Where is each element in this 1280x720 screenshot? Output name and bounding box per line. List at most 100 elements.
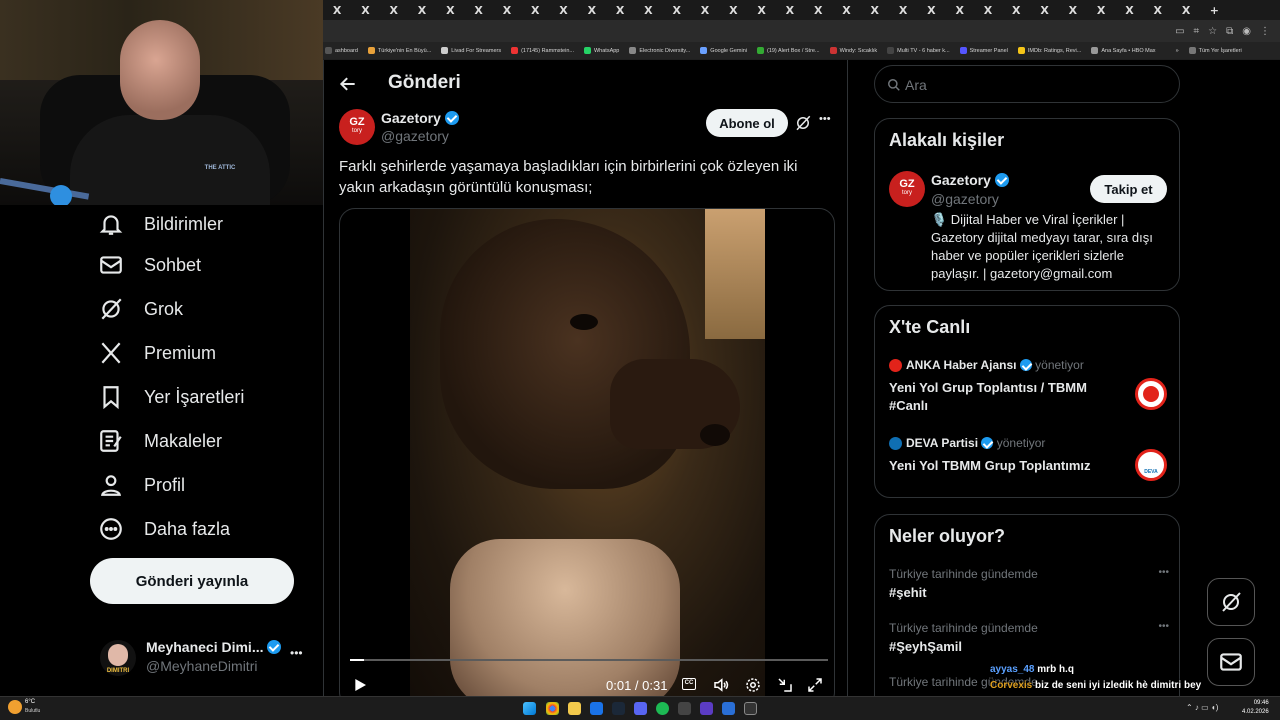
browser-tab[interactable]: X xyxy=(436,0,464,20)
browser-tab[interactable]: X xyxy=(351,0,379,20)
trend-item[interactable]: Türkiye tarihinde gündemde #şehit ••• xyxy=(889,567,1169,611)
profile-icon[interactable]: ◉ xyxy=(1242,26,1251,37)
fullscreen-icon[interactable] xyxy=(806,676,824,694)
browser-tab[interactable]: X xyxy=(861,0,889,20)
video-player[interactable]: 0:01 / 0:31 CC xyxy=(339,208,835,696)
steam-icon[interactable] xyxy=(612,702,625,715)
bookmark-item[interactable]: » xyxy=(1166,47,1179,54)
file-explorer-icon[interactable] xyxy=(568,702,581,715)
bookmark-item[interactable]: Ana Sayfa • HBO Max xyxy=(1091,47,1156,54)
live-item[interactable]: DEVA Partisi yönetiyor Yeni Yol TBMM Gru… xyxy=(889,436,1169,486)
bookmark-item[interactable]: Electronic Diversity... xyxy=(629,47,690,54)
grok-fab[interactable] xyxy=(1207,578,1255,626)
chrome-icon[interactable] xyxy=(546,702,559,715)
related-name[interactable]: Gazetory xyxy=(931,172,991,188)
captions-button[interactable]: CC xyxy=(682,678,696,690)
play-icon[interactable] xyxy=(352,677,368,693)
browser-tab[interactable]: X xyxy=(747,0,775,20)
browser-tab[interactable]: X xyxy=(1002,0,1030,20)
account-more-icon[interactable]: ••• xyxy=(290,646,303,660)
nav-bookmarks[interactable]: Yer İşaretleri xyxy=(98,384,244,410)
browser-tab[interactable]: X xyxy=(889,0,917,20)
browser-tab[interactable]: X xyxy=(634,0,662,20)
related-avatar[interactable]: GZ tory xyxy=(889,171,925,207)
browser-tab[interactable]: X xyxy=(804,0,832,20)
star-icon[interactable]: ☆ xyxy=(1208,26,1217,37)
trend-item[interactable]: Türkiye tarihinde gündemde #ŞeyhŞamil ••… xyxy=(889,621,1169,665)
messages-fab[interactable] xyxy=(1207,638,1255,686)
live-item[interactable]: ANKA Haber Ajansı yönetiyor Yeni Yol Gru… xyxy=(889,358,1169,424)
subscribe-button[interactable]: Abone ol xyxy=(706,109,788,137)
back-arrow-icon[interactable] xyxy=(338,74,358,94)
post-button[interactable]: Gönderi yayınla xyxy=(90,558,294,604)
minimize-icon[interactable] xyxy=(776,676,794,694)
browser-tab[interactable]: X xyxy=(493,0,521,20)
bookmark-item[interactable]: WhatsApp xyxy=(583,47,619,54)
bookmark-item[interactable]: Multi TV - 6 haber k... xyxy=(887,47,950,54)
nav-more[interactable]: Daha fazla xyxy=(98,516,230,542)
browser-menu-icon[interactable]: ⋮ xyxy=(1260,26,1270,37)
browser-tab[interactable]: X xyxy=(946,0,974,20)
browser-tab[interactable]: X xyxy=(1144,0,1172,20)
browser-tab[interactable]: X xyxy=(578,0,606,20)
nav-chat[interactable]: Sohbet xyxy=(98,252,201,278)
trend-more-icon[interactable]: ••• xyxy=(1158,567,1169,578)
browser-tab[interactable]: X xyxy=(1087,0,1115,20)
app-icon[interactable] xyxy=(722,702,735,715)
account-switcher[interactable]: DIMITRI Meyhaneci Dimi... @MeyhaneDimitr… xyxy=(100,636,315,680)
related-handle[interactable]: @gazetory xyxy=(931,191,999,207)
search-input[interactable]: Ara xyxy=(874,65,1180,103)
browser-tab[interactable]: X xyxy=(832,0,860,20)
browser-tab[interactable]: X xyxy=(606,0,634,20)
weather-icon[interactable] xyxy=(8,700,22,714)
volume-icon[interactable] xyxy=(712,676,730,694)
bookmark-item[interactable]: (17145) Rammstein... xyxy=(511,47,574,54)
bookmark-item[interactable]: Tüm Yer İşaretleri xyxy=(1188,47,1242,54)
browser-tab[interactable]: X xyxy=(974,0,1002,20)
browser-tab[interactable]: X xyxy=(549,0,577,20)
nav-premium[interactable]: Premium xyxy=(98,340,216,366)
browser-tab[interactable]: X xyxy=(719,0,747,20)
author-handle[interactable]: @gazetory xyxy=(381,128,449,144)
spotify-icon[interactable] xyxy=(656,702,669,715)
video-progress-track[interactable] xyxy=(350,659,828,661)
clock-date[interactable]: 4.02.2026 xyxy=(1242,708,1269,717)
new-tab-button[interactable]: + xyxy=(1200,0,1228,20)
bookmark-item[interactable]: Türkiye'nin En Büyü... xyxy=(367,47,431,54)
app-icon[interactable] xyxy=(590,702,603,715)
nav-profile[interactable]: Profil xyxy=(98,472,185,498)
bookmark-item[interactable]: Livad For Streamers xyxy=(441,47,501,54)
browser-tab[interactable]: X xyxy=(521,0,549,20)
browser-tab[interactable]: X xyxy=(663,0,691,20)
browser-tab[interactable]: X xyxy=(1172,0,1200,20)
clock-time[interactable]: 09:46 xyxy=(1242,699,1269,708)
settings-gear-icon[interactable] xyxy=(744,676,762,694)
browser-tab[interactable]: X xyxy=(917,0,945,20)
author-name[interactable]: Gazetory xyxy=(381,110,441,126)
app-icon[interactable] xyxy=(700,702,713,715)
nav-grok[interactable]: Grok xyxy=(98,296,183,322)
nav-articles[interactable]: Makaleler xyxy=(98,428,222,454)
browser-tab[interactable]: X xyxy=(1030,0,1058,20)
bookmark-item[interactable]: Google Gemini xyxy=(700,47,747,54)
discord-icon[interactable] xyxy=(634,702,647,715)
bookmark-item[interactable]: Streamer Panel xyxy=(959,47,1008,54)
app-icon[interactable] xyxy=(678,702,691,715)
translate-icon[interactable]: ⌗ xyxy=(1194,26,1200,37)
screen-cast-icon[interactable]: ▭ xyxy=(1175,26,1184,37)
browser-tab[interactable]: X xyxy=(380,0,408,20)
bookmark-item[interactable]: ashboard xyxy=(325,47,358,54)
trend-more-icon[interactable]: ••• xyxy=(1158,621,1169,632)
bookmark-item[interactable]: (19) Alert Box / Stre... xyxy=(756,47,820,54)
tray-icons[interactable]: ⌃ ♪ ▭ ◖) xyxy=(1186,703,1218,712)
browser-tab[interactable]: X xyxy=(1115,0,1143,20)
author-avatar[interactable]: GZ tory xyxy=(339,109,375,145)
extensions-icon[interactable]: ⧉ xyxy=(1226,26,1233,37)
browser-tab[interactable]: X xyxy=(323,0,351,20)
browser-tab[interactable]: X xyxy=(691,0,719,20)
obs-icon[interactable] xyxy=(744,702,757,715)
browser-tab[interactable]: X xyxy=(1059,0,1087,20)
nav-notifications[interactable]: Bildirimler xyxy=(98,211,223,237)
bookmark-item[interactable]: Windy: Sıcaklık xyxy=(829,47,877,54)
browser-tab[interactable]: X xyxy=(776,0,804,20)
